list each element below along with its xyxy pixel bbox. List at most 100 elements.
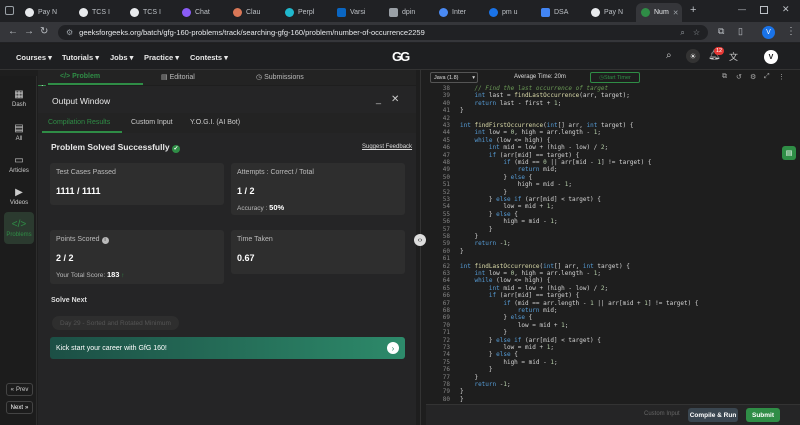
url-input[interactable]: ⚙ geeksforgeeks.org/batch/gfg-160-proble… — [58, 25, 708, 40]
code-line[interactable]: } else if (arr[mid] < target) { — [460, 337, 601, 344]
browser-tab[interactable]: pm u — [484, 3, 524, 22]
code-line[interactable]: } — [460, 233, 478, 240]
extensions-icon[interactable]: ⧉ — [718, 26, 724, 37]
fullscreen-icon[interactable]: ⤢ — [764, 73, 770, 81]
zoom-icon[interactable]: ⌕ — [680, 28, 684, 38]
minimize-panel-icon[interactable]: _ — [376, 94, 381, 104]
minimize-icon[interactable]: — — [738, 5, 746, 14]
code-line[interactable]: int low = 0, high = arr.length - 1; — [460, 129, 601, 136]
gfg-logo[interactable]: GG — [392, 49, 410, 64]
menu-jobs[interactable]: Jobs ▾ — [110, 53, 133, 62]
tab-yogi-ai-bot[interactable]: Y.O.G.I. (AI Bot) — [190, 119, 240, 126]
code-line[interactable]: } — [460, 388, 464, 395]
bookmark-star-icon[interactable]: ☆ — [693, 28, 700, 37]
code-line[interactable]: int mid = low + (high - low) / 2; — [460, 285, 608, 292]
maximize-icon[interactable] — [760, 6, 768, 14]
code-line[interactable]: high = mid - 1; — [460, 181, 572, 188]
submit-button[interactable]: Submit — [746, 408, 780, 422]
browser-tab[interactable]: TCS I — [125, 3, 163, 22]
tab-problem[interactable]: </> Problem — [60, 73, 100, 80]
code-line[interactable]: int mid = low + (high - low) / 2; — [460, 144, 608, 151]
code-line[interactable]: } — [460, 226, 493, 233]
code-line[interactable]: } else { — [460, 351, 518, 358]
code-line[interactable]: } else { — [460, 174, 532, 181]
browser-tab[interactable]: Inter — [434, 3, 474, 22]
code-line[interactable]: if (mid == arr.length - 1 || arr[mid + 1… — [460, 300, 698, 307]
more-icon[interactable]: ⋮ — [778, 73, 785, 81]
code-line[interactable]: return -1; — [460, 381, 510, 388]
start-timer-button[interactable]: ◷ Start Timer — [590, 72, 640, 83]
code-line[interactable]: return last - first + 1; — [460, 100, 561, 107]
menu-contests[interactable]: Contests ▾ — [190, 53, 228, 62]
code-line[interactable]: low = mid + 1; — [460, 322, 569, 329]
forward-icon[interactable]: → — [24, 26, 34, 37]
code-line[interactable]: while (low <= high) { — [460, 137, 550, 144]
next-button[interactable]: Next» — [6, 401, 33, 414]
tab-custom-input[interactable]: Custom Input — [131, 119, 173, 126]
next-problem-chip[interactable]: Day 29 - Sorted and Rotated Minimum — [52, 316, 179, 330]
code-line[interactable]: low = mid + 1; — [460, 344, 554, 351]
user-avatar[interactable]: V — [764, 50, 778, 64]
copy-icon[interactable]: ⧉ — [722, 73, 727, 81]
code-line[interactable]: return mid; — [460, 166, 558, 173]
code-line[interactable]: } — [460, 374, 478, 381]
tab-editorial[interactable]: ▤ Editorial — [161, 73, 195, 81]
browser-menu-icon[interactable]: ⋮ — [786, 26, 796, 37]
menu-tutorials[interactable]: Tutorials ▾ — [62, 53, 99, 62]
tab-submissions[interactable]: ◷ Submissions — [256, 73, 304, 81]
reset-icon[interactable]: ↺ — [736, 73, 742, 81]
theme-toggle-icon[interactable]: ☀ — [686, 49, 700, 63]
browser-tab[interactable]: Varsi — [332, 3, 370, 22]
reload-icon[interactable]: ↻ — [40, 26, 48, 37]
code-line[interactable]: if (arr[mid] == target) { — [460, 152, 579, 159]
code-line[interactable]: // Find the last occurrence of target — [460, 85, 608, 92]
code-line[interactable]: } — [460, 329, 507, 336]
rail-item-all[interactable]: ▤ All — [4, 116, 34, 148]
code-line[interactable]: int last = findLastOccurrence(arr, targe… — [460, 92, 629, 99]
close-tab-icon[interactable]: ✕ — [673, 9, 679, 17]
code-line[interactable]: } — [460, 366, 493, 373]
settings-icon[interactable]: ⚙ — [750, 73, 756, 81]
code-line[interactable]: } — [460, 107, 464, 114]
code-line[interactable]: if (mid == 0 || arr[mid - 1] != target) … — [460, 159, 651, 166]
code-line[interactable]: int findFirstOccurrence(int[] arr, int t… — [460, 122, 633, 129]
browser-tab[interactable]: Perpl — [280, 3, 318, 22]
code-line[interactable]: } else { — [460, 211, 518, 218]
browser-tab[interactable]: Pay N — [20, 3, 58, 22]
code-line[interactable]: int findLastOccurrence(int[] arr, int ta… — [460, 263, 630, 270]
browser-tab[interactable]: Pay N — [586, 3, 626, 22]
compile-run-button[interactable]: Compile & Run — [688, 408, 738, 422]
browser-tab[interactable]: TCS I — [74, 3, 112, 22]
search-icon[interactable]: ⌕ — [666, 50, 672, 61]
code-line[interactable]: return mid; — [460, 307, 558, 314]
code-line[interactable]: high = mid - 1; — [460, 359, 557, 366]
back-icon[interactable]: ← — [8, 26, 18, 37]
code-line[interactable]: while (low <= high) { — [460, 277, 550, 284]
close-panel-icon[interactable]: ✕ — [391, 94, 399, 105]
suggest-feedback-link[interactable]: Suggest Feedback — [362, 144, 412, 150]
custom-input-toggle[interactable]: Custom Input — [644, 411, 680, 417]
code-line[interactable]: int low = 0, high = arr.length - 1; — [460, 270, 601, 277]
code-line[interactable]: if (arr[mid] == target) { — [460, 292, 579, 299]
rail-item-dash[interactable]: ▦ Dash — [4, 82, 34, 114]
code-line[interactable]: } else { — [460, 314, 532, 321]
code-line[interactable]: return -1; — [460, 240, 510, 247]
tab-compilation-results[interactable]: Compilation Results — [48, 119, 110, 126]
menu-courses[interactable]: Courses ▾ — [16, 53, 52, 62]
chat-icon[interactable]: ▤ — [782, 146, 796, 160]
gfg160-banner[interactable]: Kick start your career with GfG 160! › — [50, 337, 405, 359]
browser-tab-active[interactable]: Num ✕ — [636, 3, 682, 22]
site-info-icon[interactable]: ⚙ — [66, 28, 73, 37]
code-line[interactable]: } else if (arr[mid] < target) { — [460, 196, 601, 203]
info-icon[interactable]: i — [101, 237, 109, 244]
splitter-handle[interactable]: ‹› — [414, 234, 426, 246]
code-line[interactable]: } — [460, 396, 464, 403]
code-line[interactable]: high = mid - 1; — [460, 218, 557, 225]
tab-search-icon[interactable] — [5, 6, 14, 15]
code-line[interactable]: low = mid + 1; — [460, 203, 554, 210]
browser-tab[interactable]: dpin — [384, 3, 422, 22]
rail-item-problems[interactable]: </> Problems — [4, 212, 34, 244]
arrow-right-icon[interactable]: › — [387, 342, 399, 354]
new-tab-button[interactable]: + — [690, 4, 696, 16]
code-line[interactable]: } — [460, 189, 507, 196]
